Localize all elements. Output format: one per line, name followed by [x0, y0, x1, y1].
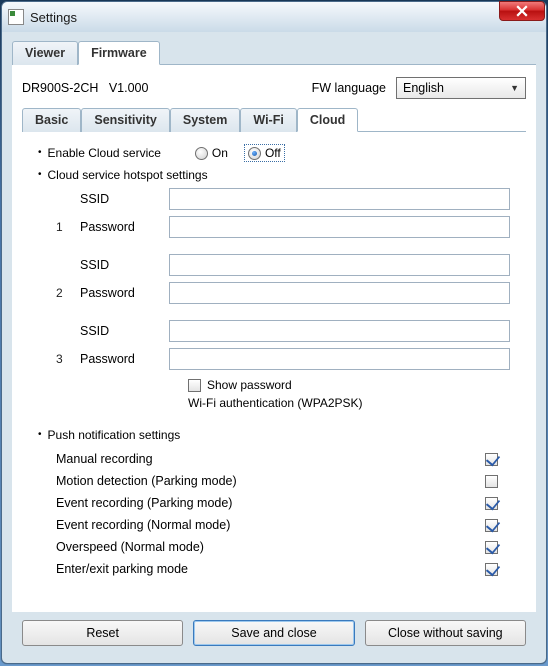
sub-tabs: Basic Sensitivity System Wi-Fi Cloud — [22, 107, 526, 132]
push-enterexit-checkbox[interactable] — [485, 563, 498, 576]
password-input-3[interactable] — [169, 348, 510, 370]
ssid-input-3[interactable] — [169, 320, 510, 342]
settings-window: Settings Viewer Firmware DR900S-2CH V1.0… — [1, 1, 547, 664]
chevron-down-icon: ▼ — [510, 83, 519, 93]
save-button[interactable]: Save and close — [193, 620, 354, 646]
push-manual-checkbox[interactable] — [485, 453, 498, 466]
push-event-normal-label: Event recording (Normal mode) — [56, 518, 230, 532]
button-row: Reset Save and close Close without savin… — [12, 612, 536, 654]
password-label-1: Password — [74, 220, 169, 234]
radio-off-indicator — [248, 147, 261, 160]
password-input-2[interactable] — [169, 282, 510, 304]
ssid-input-2[interactable] — [169, 254, 510, 276]
bullet-icon: • — [38, 148, 42, 158]
push-overspeed-checkbox[interactable] — [485, 541, 498, 554]
tab-firmware[interactable]: Firmware — [78, 41, 160, 65]
radio-off[interactable]: Off — [244, 144, 285, 162]
close-icon — [516, 5, 528, 17]
ssid-label-1: SSID — [74, 192, 169, 206]
bullet-icon: • — [38, 430, 42, 440]
tab-wifi[interactable]: Wi-Fi — [240, 108, 296, 132]
window-title: Settings — [30, 10, 77, 25]
password-label-3: Password — [74, 352, 169, 366]
cancel-button[interactable]: Close without saving — [365, 620, 526, 646]
hotspot-table: SSID 1 Password SSID — [56, 188, 510, 370]
top-tabs: Viewer Firmware — [12, 40, 536, 65]
slot-index-1: 1 — [56, 220, 74, 234]
ssid-label-3: SSID — [74, 324, 169, 338]
password-input-1[interactable] — [169, 216, 510, 238]
cloud-panel: • Enable Cloud service On Off — [22, 132, 526, 602]
enable-cloud-label: Enable Cloud service — [48, 146, 161, 160]
radio-on-indicator — [195, 147, 208, 160]
fw-language-select[interactable]: English ▼ — [396, 77, 526, 99]
bullet-icon: • — [38, 170, 42, 180]
push-event-normal-checkbox[interactable] — [485, 519, 498, 532]
push-settings-label: Push notification settings — [48, 428, 181, 442]
tab-cloud[interactable]: Cloud — [297, 108, 358, 132]
password-label-2: Password — [74, 286, 169, 300]
ssid-input-1[interactable] — [169, 188, 510, 210]
slot-index-3: 3 — [56, 352, 74, 366]
titlebar: Settings — [2, 2, 546, 32]
show-password-checkbox[interactable] — [188, 379, 201, 392]
fw-language-value: English — [403, 81, 444, 95]
radio-on[interactable]: On — [191, 144, 232, 162]
push-overspeed-label: Overspeed (Normal mode) — [56, 540, 204, 554]
app-icon — [8, 9, 24, 25]
hotspot-settings-label: Cloud service hotspot settings — [48, 168, 208, 182]
tab-sensitivity[interactable]: Sensitivity — [81, 108, 170, 132]
push-manual-label: Manual recording — [56, 452, 153, 466]
push-event-parking-label: Event recording (Parking mode) — [56, 496, 232, 510]
ssid-label-2: SSID — [74, 258, 169, 272]
push-event-parking-checkbox[interactable] — [485, 497, 498, 510]
firmware-panel: DR900S-2CH V1.000 FW language English ▼ … — [12, 65, 536, 612]
show-password-label: Show password — [207, 378, 292, 392]
slot-index-2: 2 — [56, 286, 74, 300]
close-button[interactable] — [499, 1, 545, 21]
push-enterexit-label: Enter/exit parking mode — [56, 562, 188, 576]
push-motion-checkbox[interactable] — [485, 475, 498, 488]
tab-viewer[interactable]: Viewer — [12, 41, 78, 65]
tab-system[interactable]: System — [170, 108, 240, 132]
fw-language-label: FW language — [312, 81, 386, 95]
fw-model: DR900S-2CH V1.000 — [22, 81, 312, 95]
push-motion-label: Motion detection (Parking mode) — [56, 474, 237, 488]
tab-basic[interactable]: Basic — [22, 108, 81, 132]
reset-button[interactable]: Reset — [22, 620, 183, 646]
auth-note: Wi-Fi authentication (WPA2PSK) — [188, 396, 363, 410]
